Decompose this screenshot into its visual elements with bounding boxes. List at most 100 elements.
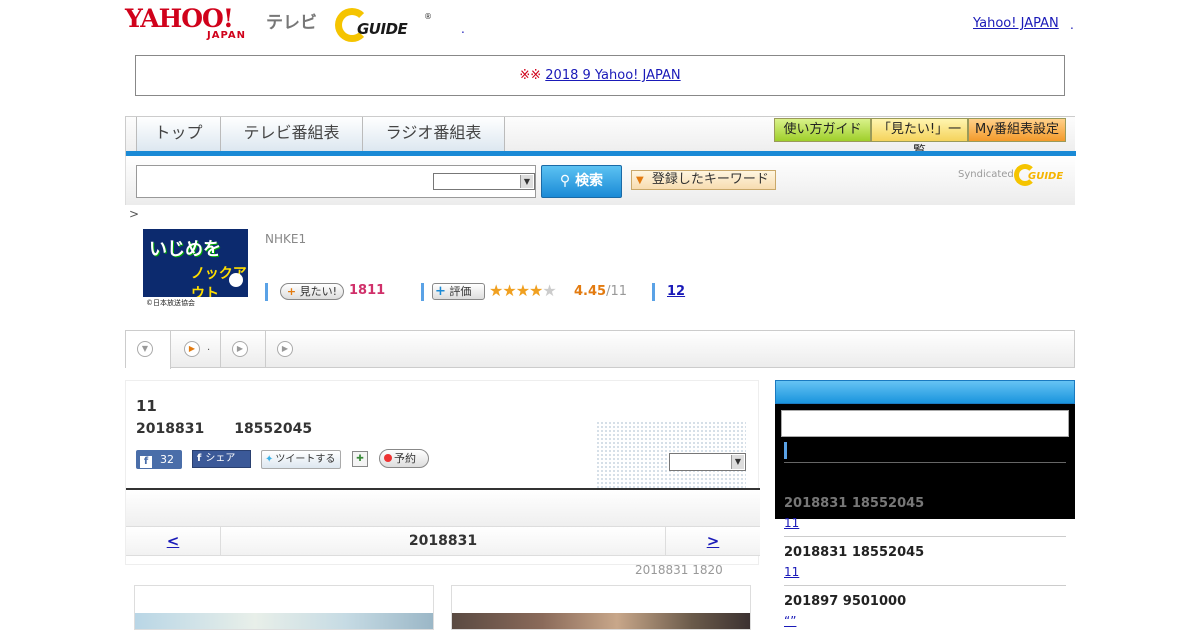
- search-button[interactable]: ⚲ 検索: [541, 165, 622, 198]
- facebook-icon: f: [197, 453, 202, 464]
- notice-link[interactable]: 2018 9 Yahoo! JAPAN: [545, 68, 680, 83]
- episode-time: 18552045: [234, 421, 313, 437]
- separator-bar: [265, 283, 268, 301]
- subtab-3[interactable]: ▶: [221, 331, 266, 368]
- search-category-select[interactable]: ▼: [433, 173, 535, 190]
- play-icon: ▶: [184, 341, 200, 357]
- sidebar-input[interactable]: [781, 410, 1069, 437]
- facebook-like-count[interactable]: f 32: [136, 450, 182, 469]
- channel-name: NHKE1: [265, 232, 307, 246]
- mitai-list-button[interactable]: 「見たい!」一覧: [871, 118, 968, 159]
- next-day-link[interactable]: >: [665, 527, 760, 556]
- separator-bar: [421, 283, 424, 301]
- list-item-datetime: 201897 9501000: [784, 594, 907, 609]
- list-item-link[interactable]: 11: [784, 516, 799, 530]
- facebook-share-label: シェア: [205, 453, 236, 464]
- header-link-dot-2[interactable]: .: [1070, 18, 1074, 32]
- notice-marks: ※※: [519, 68, 542, 83]
- tweet-label: ツイートする: [275, 454, 336, 465]
- card-image: [452, 613, 750, 629]
- tweet-button[interactable]: ✦ ツイートする: [261, 450, 341, 469]
- rate-label: 評価: [449, 285, 472, 298]
- sidebar-header: [775, 380, 1075, 404]
- tv-logo-text[interactable]: テレビ: [266, 8, 317, 33]
- play-icon: ▶: [232, 341, 248, 357]
- add-calendar-icon[interactable]: ✚: [352, 451, 368, 467]
- reserve-label: 予約: [394, 452, 416, 465]
- star-icon: ★: [502, 281, 516, 300]
- syndicated-gguide-text: GUIDE: [1028, 171, 1064, 182]
- gguide-logo[interactable]: GUIDE ®: [335, 8, 435, 42]
- breadcrumb[interactable]: >: [129, 207, 139, 221]
- saved-keywords-label: 登録したキーワード: [651, 172, 769, 187]
- broadcast-datetime: 2018831 1820: [635, 563, 723, 577]
- thumbnail-caption: ©日本放送協会: [143, 297, 248, 309]
- program-thumbnail[interactable]: いじめを ノックアウト ©日本放送協会: [143, 229, 248, 309]
- japan-logo-text: JAPAN: [207, 30, 246, 41]
- record-dot-icon: [384, 454, 392, 462]
- mitai-label: 見たい!: [299, 285, 338, 298]
- my-guide-settings-button[interactable]: My番組表設定: [968, 118, 1066, 142]
- card-image: [135, 613, 433, 629]
- subtab-2-label: .: [207, 342, 211, 353]
- syndicated-gguide-logo: GUIDE: [1014, 164, 1068, 186]
- separator-bar: [652, 283, 655, 301]
- plus-icon: +: [435, 284, 446, 299]
- twitter-bird-icon: ✦: [265, 454, 274, 465]
- list-item-datetime: 2018831 18552045: [784, 545, 925, 560]
- gguide-logo-text: GUIDE: [357, 20, 408, 38]
- rate-button[interactable]: + 評価: [432, 283, 485, 300]
- rating-score: 4.45/11: [574, 284, 627, 299]
- related-card[interactable]: [451, 585, 751, 630]
- sub-tabs: ▼ ▶ . ▶ ▶: [125, 330, 1075, 369]
- related-card[interactable]: [134, 585, 434, 630]
- rating-score-total: /11: [606, 284, 627, 299]
- star-icon: ★: [542, 281, 556, 300]
- yahoo-japan-logo[interactable]: YAHOO! JAPAN: [125, 6, 265, 42]
- list-item-datetime: 2018831 18552045: [784, 496, 925, 511]
- notice-box: ※※ 2018 9 Yahoo! JAPAN: [135, 55, 1065, 96]
- mitai-button[interactable]: + 見たい!: [280, 283, 344, 300]
- star-icon: ★: [529, 281, 543, 300]
- separator-bar: [784, 442, 787, 459]
- usage-guide-button[interactable]: 使い方ガイド: [774, 118, 871, 142]
- chevron-down-icon: ▼: [520, 175, 533, 188]
- registered-mark: ®: [424, 12, 432, 21]
- list-item: 201897 9501000 “”: [784, 586, 1066, 635]
- ball-icon: [229, 273, 243, 287]
- episode-date: 2018831: [136, 421, 205, 437]
- search-bar: ▼ ⚲ 検索 ▼ 登録したキーワード Syndicated GUIDE: [125, 156, 1075, 205]
- syndicated-label: Syndicated: [958, 169, 1014, 180]
- review-count-link[interactable]: 12: [667, 284, 685, 299]
- rating-stars: ★★★★★: [489, 281, 557, 300]
- subtab-1[interactable]: ▼: [126, 331, 171, 369]
- search-button-label: 検索: [575, 173, 604, 189]
- saved-keywords-button[interactable]: ▼ 登録したキーワード: [631, 170, 776, 190]
- yahoo-logo-text: YAHOO!: [125, 4, 234, 33]
- mitai-count: 1811: [349, 283, 386, 298]
- reserve-button[interactable]: 予約: [379, 449, 429, 468]
- tab-radio-guide[interactable]: ラジオ番組表: [362, 117, 505, 151]
- star-icon: ★: [489, 281, 503, 300]
- tab-top[interactable]: トップ: [136, 117, 221, 151]
- play-icon: ▶: [277, 341, 293, 357]
- list-item-link[interactable]: “”: [784, 614, 796, 628]
- episode-datetime: 2018831 18552045: [136, 421, 312, 437]
- list-item: 2018831 18552045 11: [784, 537, 1066, 586]
- episode-select[interactable]: ▼: [669, 453, 746, 471]
- sidebar: 2018831 18552045 11 2018831 18552045 11 …: [775, 380, 1075, 630]
- prev-day-link[interactable]: <: [126, 527, 221, 556]
- facebook-share-button[interactable]: f シェア: [192, 450, 251, 468]
- tab-tv-guide[interactable]: テレビ番組表: [220, 117, 363, 151]
- star-icon: ★: [515, 281, 530, 300]
- subtab-4[interactable]: ▶: [266, 331, 311, 368]
- subtab-2[interactable]: ▶ .: [171, 331, 221, 368]
- list-item-link[interactable]: 11: [784, 565, 799, 579]
- pager-date: 2018831: [408, 533, 478, 549]
- page: YAHOO! JAPAN テレビ GUIDE ® . Yahoo! JAPAN …: [125, 0, 1076, 630]
- chevron-down-icon: ▼: [137, 341, 153, 357]
- header-link-dot[interactable]: .: [461, 22, 465, 36]
- yahoo-japan-link[interactable]: Yahoo! JAPAN: [973, 16, 1059, 31]
- rating-score-value: 4.45: [574, 284, 607, 299]
- facebook-icon: f: [140, 456, 152, 468]
